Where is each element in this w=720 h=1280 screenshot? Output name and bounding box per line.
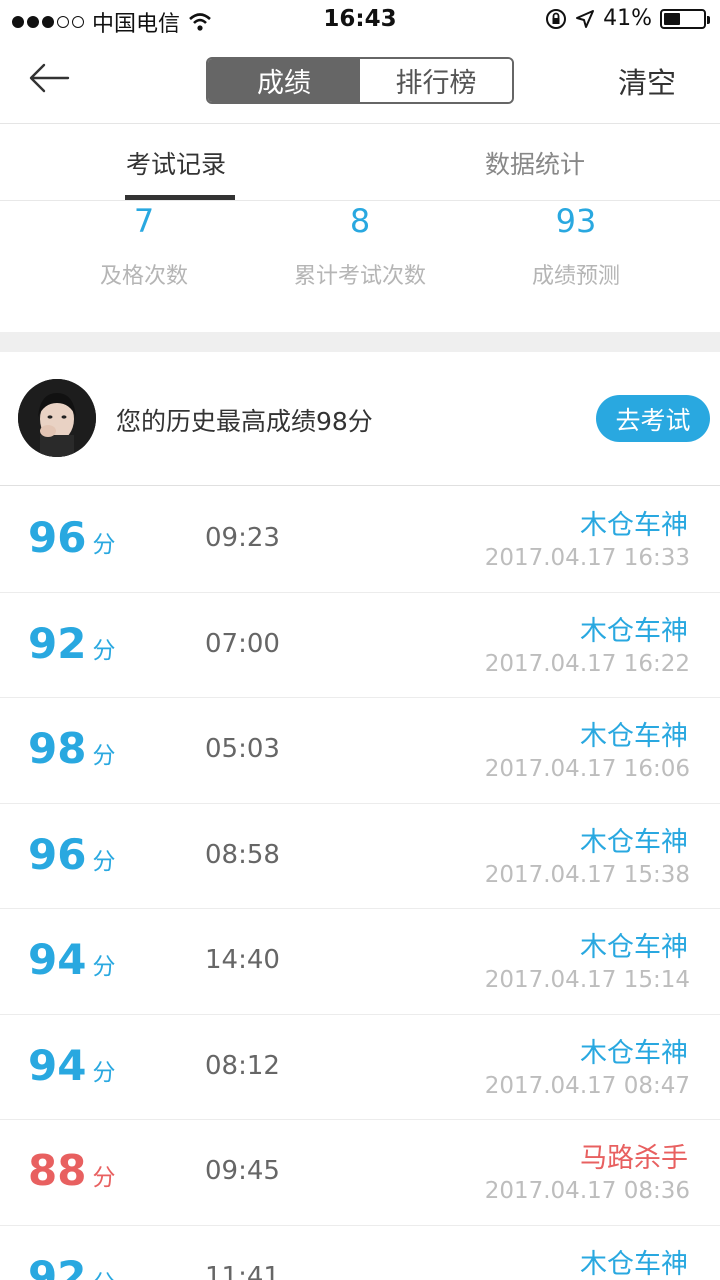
stats-summary: 7 及格次数 8 累计考试次数 93 成绩预测 (0, 202, 720, 332)
score: 96 分 (28, 513, 115, 562)
exam-duration: 09:45 (205, 1156, 280, 1186)
score: 88 分 (28, 1146, 115, 1195)
stat-pass-count: 7 及格次数 (24, 202, 264, 290)
exam-record-row[interactable]: 92 分 07:00 木仓车神 2017.04.17 16:22 (0, 593, 720, 698)
score-value: 92 (28, 618, 87, 668)
battery-fill (664, 12, 680, 25)
tab-data-stats[interactable]: 数据统计 (485, 145, 585, 181)
stat-value: 7 (133, 202, 155, 240)
score-unit: 分 (92, 1059, 116, 1086)
exam-record-row[interactable]: 94 分 08:12 木仓车神 2017.04.17 08:47 (0, 1015, 720, 1120)
exam-record-row[interactable]: 98 分 05:03 木仓车神 2017.04.17 16:06 (0, 698, 720, 804)
back-button[interactable] (28, 56, 76, 100)
score-unit: 分 (92, 637, 116, 664)
segment-score[interactable]: 成绩 (208, 59, 360, 102)
clear-button[interactable]: 清空 (618, 60, 676, 102)
location-arrow-icon (576, 9, 595, 28)
user-title: 木仓车神 (580, 932, 688, 963)
stat-total-exams: 8 累计考试次数 (240, 202, 480, 290)
user-title: 木仓车神 (580, 721, 688, 752)
exam-record-list: 96 分 09:23 木仓车神 2017.04.17 16:33 92 分 07:00 木仓车神… (0, 487, 720, 1280)
status-bar: 中国电信 16:43 41% (0, 0, 720, 40)
score-unit: 分 (92, 743, 116, 769)
user-title: 马路杀手 (580, 1143, 688, 1174)
stat-value: 93 (555, 202, 597, 240)
score: 92分 (28, 619, 115, 668)
avatar-photo (18, 379, 96, 457)
exam-duration: 09:23 (205, 523, 280, 553)
orientation-lock-icon (546, 8, 567, 29)
user-title: 木仓车神 (580, 510, 688, 541)
score-unit: 分 (92, 1165, 116, 1191)
exam-date: 2017.04.17 08:47 (484, 1072, 690, 1099)
score: 92 分 (28, 1252, 115, 1280)
exam-duration: 05:03 (205, 734, 280, 764)
score: 96 分 (28, 830, 115, 879)
exam-date: 2017.04.17 16:06 (484, 756, 690, 782)
user-title: 木仓车神 (580, 1037, 688, 1069)
exam-date: 2017.04.17 15:38 (484, 861, 690, 888)
exam-duration: 08:12 (205, 1050, 280, 1081)
battery-icon (660, 8, 710, 29)
segmented-control: 成绩 排行榜 (206, 57, 514, 104)
user-title: 木仓车神 (580, 826, 688, 858)
exam-record-row[interactable]: 94 分 14:40 木仓车神 2017.04.17 15:14 (0, 909, 720, 1015)
exam-record-row[interactable]: 96 分 08:58 木仓车神 2017.04.17 15:38 (0, 804, 720, 909)
back-arrow-icon (29, 63, 70, 93)
exam-record-row[interactable]: 92 分 11:41 木仓车神 (0, 1226, 720, 1280)
user-title: 木仓车神 (580, 1248, 688, 1280)
score-unit: 分 (92, 1264, 115, 1280)
score: 98 分 (28, 724, 115, 773)
exam-date: 2017.04.17 16:33 (484, 545, 690, 571)
score-unit: 分 (92, 532, 116, 558)
score-unit: 分 (92, 848, 116, 875)
go-exam-button[interactable]: 去考试 (596, 395, 710, 442)
exam-duration: 07:00 (205, 628, 280, 659)
battery-percent: 41% (603, 6, 652, 31)
exam-duration: 08:58 (205, 839, 280, 870)
stat-label: 及格次数 (99, 264, 188, 289)
score-value: 92 (28, 1251, 87, 1280)
nav-bar: 成绩 排行榜 清空 (0, 40, 720, 124)
segment-leaderboard[interactable]: 排行榜 (360, 59, 512, 102)
avatar[interactable] (18, 379, 96, 457)
score: 94 分 (28, 935, 115, 984)
tab-bar: 考试记录 数据统计 (0, 125, 720, 201)
score: 94 分 (28, 1041, 115, 1090)
score-value: 96 (28, 513, 87, 562)
user-title: 木仓车神 (580, 615, 688, 647)
profile-row: 您的历史最高成绩98分 去考试 (0, 352, 720, 486)
exam-record-row[interactable]: 88 分 09:45 马路杀手 2017.04.17 08:36 (0, 1120, 720, 1226)
score-value: 96 (28, 829, 87, 879)
tab-exam-records[interactable]: 考试记录 (126, 145, 226, 181)
exam-duration: 11:41 (205, 1261, 280, 1280)
stat-score-prediction: 93 成绩预测 (456, 202, 696, 290)
score-value: 94 (28, 935, 87, 984)
tab-indicator (125, 195, 235, 200)
score-unit: 分 (92, 954, 116, 980)
exam-date: 2017.04.17 08:36 (484, 1178, 690, 1204)
stat-label: 成绩预测 (531, 264, 620, 289)
exam-date: 2017.04.17 16:22 (484, 650, 690, 677)
exam-duration: 14:40 (205, 945, 280, 975)
stat-label: 累计考试次数 (293, 264, 426, 289)
exam-date: 2017.04.17 15:14 (484, 967, 690, 993)
exam-record-row[interactable]: 96 分 09:23 木仓车神 2017.04.17 16:33 (0, 487, 720, 593)
section-divider (0, 332, 720, 352)
score-value: 88 (28, 1146, 87, 1195)
stat-value: 8 (349, 202, 371, 240)
score-value: 98 (28, 724, 87, 773)
score-value: 94 (28, 1040, 87, 1090)
best-score-text: 您的历史最高成绩98分 (116, 407, 373, 436)
